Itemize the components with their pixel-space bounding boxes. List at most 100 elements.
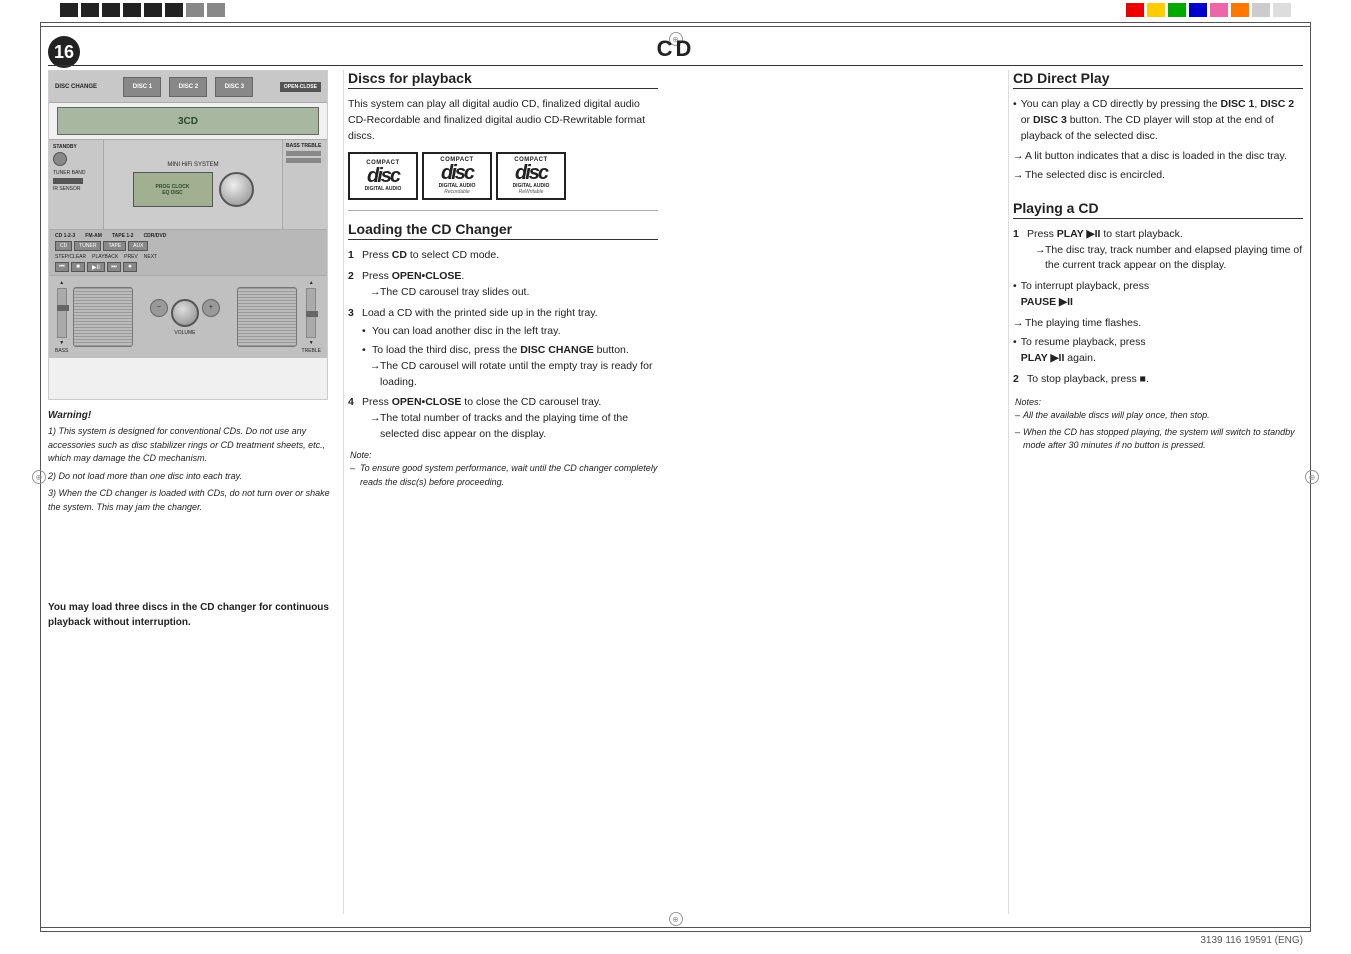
cd-direct-arrow1: A lit button indicates that a disc is lo… xyxy=(1013,149,1303,165)
cd-direct-play-section: CD Direct Play • You can play a CD direc… xyxy=(1013,70,1303,184)
prev-button[interactable]: ⏮ xyxy=(55,262,69,272)
play-step2-list: 2 To stop playback, press ■. xyxy=(1013,372,1303,388)
volume-controls: − + xyxy=(150,299,220,327)
treble-slider[interactable] xyxy=(286,158,321,163)
pause-arrow: The playing time flashes. xyxy=(1013,316,1303,332)
sq4 xyxy=(123,3,141,17)
sq-lt xyxy=(1252,3,1270,17)
device-bottom: ▲ ▼ BASS − + VOLUME xyxy=(49,275,327,358)
bass-fader-knob xyxy=(57,305,69,311)
mini-label: MINI HiFi SYSTEM xyxy=(167,162,218,168)
cd-tab: CD 1-2-3 xyxy=(55,233,75,239)
transport-buttons: ⏮ ■ ▶II ⏭ ⏺ xyxy=(55,262,321,272)
disc2-extra-text: Recordable xyxy=(444,189,470,195)
disc-slot-2: DISC 2 xyxy=(169,77,207,97)
record-button[interactable]: ⏺ xyxy=(123,262,137,272)
cd-button[interactable]: CD xyxy=(55,241,72,251)
device-top-panel: DISC CHANGE DISC 1 DISC 2 DISC 3 OPEN-CL… xyxy=(49,71,327,103)
device-right-controls: BASS TREBLE xyxy=(282,140,327,229)
sq1 xyxy=(60,3,78,17)
playing-notes-label: Notes: xyxy=(1015,397,1041,407)
vol-label: VOLUME xyxy=(174,330,195,336)
bass-label: BASS TREBLE xyxy=(286,143,324,149)
display-area: PROG CLOCKEQ DISC xyxy=(133,172,254,207)
disc-slots: DISC 1 DISC 2 DISC 3 xyxy=(123,77,253,97)
loading-step-1: 1 Press CD to select CD mode. xyxy=(348,248,658,264)
interrupt-dot: • xyxy=(1013,279,1017,311)
lcd-display: PROG CLOCKEQ DISC xyxy=(133,172,213,207)
play-again-bold: PLAY ▶II xyxy=(1021,352,1065,364)
discs-heading: Discs for playback xyxy=(348,70,658,89)
hline-top2 xyxy=(40,26,1311,27)
stop-symbol: ■ xyxy=(1140,373,1146,385)
loading-step-4: 4 Press OPEN•CLOSE to close the CD carou… xyxy=(348,395,658,442)
disc-icon-recordable: COMPACT disc DIGITAL AUDIO Recordable xyxy=(422,152,492,200)
disc-change-label: DISC CHANGE xyxy=(55,84,97,90)
top-bar-left-squares xyxy=(60,3,260,17)
treble-ctrl-dn: ▼ xyxy=(309,340,314,346)
left-mid-divider xyxy=(343,70,344,914)
bass-ctrl-text: BASS xyxy=(55,348,68,354)
disc-slot-1: DISC 1 xyxy=(123,77,161,97)
playing-note1: All the available discs will play once, … xyxy=(1015,409,1303,423)
interrupt-text: To interrupt playback, pressPAUSE ▶II xyxy=(1021,279,1149,311)
disc1-main-text: disc xyxy=(367,166,399,186)
cd-direct-play-text: You can play a CD directly by pressing t… xyxy=(1021,97,1303,144)
disc2-main-text: disc xyxy=(441,163,473,183)
step4-num: 4 xyxy=(348,395,354,411)
next-button[interactable]: ⏭ xyxy=(107,262,121,272)
note-label: Note: xyxy=(350,450,372,460)
play-step1-arrow: The disc tray, track number and elapsed … xyxy=(1035,243,1303,275)
step3-arrow: The CD carousel will rotate until the em… xyxy=(370,359,658,391)
power-button[interactable] xyxy=(53,152,67,166)
page-footer: 3139 116 19591 (ENG) xyxy=(1200,935,1303,946)
tuner-button[interactable]: TUNER xyxy=(74,241,101,251)
sq7 xyxy=(186,3,204,17)
cd-direct-play-heading: CD Direct Play xyxy=(1013,70,1303,89)
loading-step-3: 3 Load a CD with the printed side up in … xyxy=(348,306,658,391)
disc1-sub-text: DIGITAL AUDIO xyxy=(365,186,402,192)
loading-note: Note: To ensure good system performance,… xyxy=(348,449,658,490)
left-speaker-grille xyxy=(73,287,133,347)
treble-fader[interactable] xyxy=(306,288,316,338)
play-pause-button[interactable]: ▶II xyxy=(87,262,105,272)
disc1-bold: DISC 1 xyxy=(1221,98,1255,110)
content-area: DISC CHANGE DISC 1 DISC 2 DISC 3 OPEN-CL… xyxy=(48,70,1303,914)
tape-button[interactable]: TAPE xyxy=(103,241,126,251)
sq-yellow xyxy=(1147,3,1165,17)
right-speaker-grille xyxy=(237,287,297,347)
resume-text: To resume playback, pressPLAY ▶II again. xyxy=(1021,335,1146,367)
play-step-1: 1 Press PLAY ▶II to start playback. The … xyxy=(1013,227,1303,274)
cd-direct-arrow2: The selected disc is encircled. xyxy=(1013,168,1303,184)
device-center: MINI HiFi SYSTEM PROG CLOCKEQ DISC xyxy=(104,140,282,229)
function-buttons: CD TUNER TAPE AUX xyxy=(55,241,321,251)
hline-bot xyxy=(40,931,1311,932)
bass-treble-sliders xyxy=(286,151,324,163)
disc3-main-text: disc xyxy=(515,163,547,183)
volume-knob[interactable] xyxy=(219,172,254,207)
sq-pink xyxy=(1210,3,1228,17)
disc-change-bold: DISC CHANGE xyxy=(520,344,594,356)
cd-direct-play-bullet1: • You can play a CD directly by pressing… xyxy=(1013,97,1303,144)
step-clear-label: STEP/CLEAR xyxy=(55,254,86,260)
device-display: 3CD xyxy=(57,107,319,135)
top-bar xyxy=(0,0,1351,18)
stop-button[interactable]: ■ xyxy=(71,262,85,272)
display-text: PROG CLOCKEQ DISC xyxy=(156,184,190,196)
disc3-extra-text: ReWritable xyxy=(519,189,544,195)
mid-right-divider xyxy=(1008,70,1009,914)
warning-item-3: 3) When the CD changer is loaded with CD… xyxy=(48,487,333,514)
vol-down[interactable]: − xyxy=(150,299,168,317)
bass-slider[interactable] xyxy=(286,151,321,156)
sq-green xyxy=(1168,3,1186,17)
vol-up[interactable]: + xyxy=(202,299,220,317)
step1-num: 1 xyxy=(348,248,354,264)
title-rule xyxy=(48,65,1303,66)
play-step-2: 2 To stop playback, press ■. xyxy=(1013,372,1303,388)
bass-ctrl-label: ▲ xyxy=(59,280,64,286)
main-knob[interactable] xyxy=(171,299,199,327)
band-bar xyxy=(53,178,83,184)
aux-button[interactable]: AUX xyxy=(128,241,148,251)
sq-blue xyxy=(1189,3,1207,17)
bass-fader[interactable] xyxy=(57,288,67,338)
